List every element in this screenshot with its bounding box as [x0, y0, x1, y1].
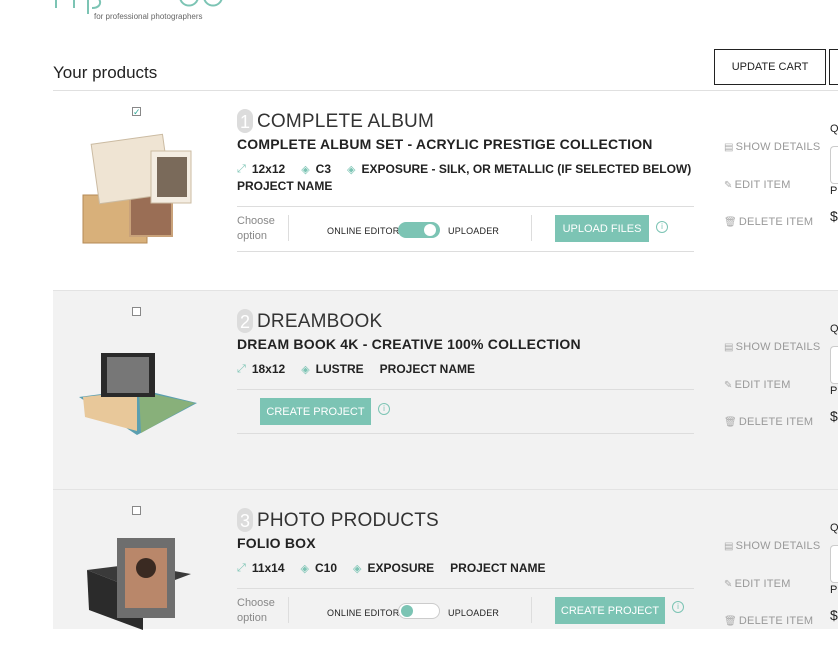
price-label: P [830, 385, 838, 397]
details-icon: ▤ [724, 540, 734, 552]
layers-icon: ◈ [300, 562, 309, 575]
dreambook-thumbnail [79, 353, 197, 435]
cart-item-3: 3 PHOTO PRODUCTS FOLIO BOX ⤢ 11x14 ◈ C10… [53, 489, 838, 630]
cart-item-2: 2 DREAMBOOK DREAM BOOK 4K - CREATIVE 100… [53, 290, 838, 489]
logo-tagline: for professional photographers [94, 12, 203, 21]
option-bar: Choose option ONLINE EDITOR UPLOADER UPL… [237, 206, 694, 252]
quantity-label: Q [830, 123, 838, 135]
edit-item-link[interactable]: ✎ EDIT ITEM [724, 379, 791, 391]
album-thumbnail [82, 133, 192, 244]
layers-icon: ◈ [301, 363, 310, 376]
update-cart-button[interactable]: UPDATE CART [714, 49, 826, 85]
edit-item-link[interactable]: ✎ EDIT ITEM [724, 179, 791, 191]
price-value: $ [830, 607, 838, 623]
spec-exposure: EXPOSURE - SILK, OR METALLIC (IF SELECTE… [361, 162, 692, 176]
item-select-checkbox[interactable] [132, 307, 141, 316]
divider [531, 597, 532, 623]
delete-item-link[interactable]: 🗑 DELETE ITEM [724, 216, 813, 228]
trash-icon: 🗑 [724, 416, 737, 428]
secondary-cart-button[interactable] [829, 49, 838, 85]
show-details-link[interactable]: ▤ SHOW DETAILS [724, 341, 820, 353]
size-icon: ⤢ [237, 362, 246, 375]
folio-box-thumbnail [87, 538, 191, 630]
uploader-label: UPLOADER [448, 226, 500, 236]
editor-uploader-toggle[interactable] [398, 603, 440, 619]
edit-icon: ✎ [724, 379, 733, 391]
product-name: DREAM BOOK 4K - CREATIVE 100% COLLECTION [237, 336, 581, 352]
online-editor-label: ONLINE EDITOR [327, 608, 400, 618]
create-project-button[interactable]: CREATE PROJECT [260, 398, 371, 425]
edit-icon: ✎ [724, 578, 733, 590]
show-details-link[interactable]: ▤ SHOW DETAILS [724, 141, 820, 153]
quantity-label: Q [830, 323, 838, 335]
project-name: PROJECT NAME [237, 179, 333, 193]
upload-files-button[interactable]: UPLOAD FILES [555, 215, 649, 242]
info-icon[interactable]: i [672, 601, 684, 613]
layers-icon: ◈ [347, 163, 356, 176]
quantity-input[interactable] [830, 146, 838, 184]
online-editor-label: ONLINE EDITOR [327, 226, 400, 236]
item-select-checkbox[interactable] [132, 506, 141, 515]
item-specs: ⤢ 12x12 ◈ C3 ◈ EXPOSURE - SILK, OR METAL… [237, 162, 691, 176]
size-icon: ⤢ [237, 162, 246, 175]
spec-size: 11x14 [251, 561, 285, 575]
page-title: Your products [53, 63, 158, 82]
details-icon: ▤ [724, 341, 734, 353]
editor-uploader-toggle[interactable] [398, 222, 440, 238]
item-number: 3 [237, 508, 253, 532]
product-name: COMPLETE ALBUM SET - ACRYLIC PRESTIGE CO… [237, 136, 653, 152]
show-details-link[interactable]: ▤ SHOW DETAILS [724, 540, 820, 552]
cart-item-1: ✓ 1 COMPLETE ALBUM COMPLETE ALBUM SET - … [53, 91, 838, 290]
divider [531, 215, 532, 241]
spec-cover: C3 [315, 162, 331, 176]
divider [288, 597, 289, 623]
details-icon: ▤ [724, 141, 734, 153]
divider [288, 215, 289, 241]
price-value: $ [830, 408, 838, 424]
edit-item-link[interactable]: ✎ EDIT ITEM [724, 578, 791, 590]
item-select-checkbox[interactable]: ✓ [132, 107, 141, 117]
project-name: PROJECT NAME [450, 561, 546, 575]
item-category: DREAMBOOK [257, 311, 383, 332]
price-label: P [830, 584, 838, 596]
item-category: PHOTO PRODUCTS [257, 510, 439, 531]
spec-size: 12x12 [251, 162, 286, 176]
quantity-input[interactable] [830, 545, 838, 583]
spec-size: 18x12 [251, 362, 286, 376]
choose-option-label: Choose option [237, 597, 275, 624]
create-project-button[interactable]: CREATE PROJECT [555, 597, 665, 624]
spec-exposure: EXPOSURE [367, 561, 435, 575]
info-icon[interactable]: i [378, 403, 390, 415]
item-specs: ⤢ 18x12 ◈ LUSTRE PROJECT NAME [237, 362, 475, 376]
trash-icon: 🗑 [724, 216, 737, 228]
quantity-label: Q [830, 522, 838, 534]
project-name: PROJECT NAME [379, 362, 475, 376]
option-bar: Choose option ONLINE EDITOR UPLOADER CRE… [237, 588, 694, 634]
product-name: FOLIO BOX [237, 535, 316, 551]
item-specs: ⤢ 11x14 ◈ C10 ◈ EXPOSURE PROJECT NAME [237, 561, 546, 575]
spec-finish: LUSTRE [315, 362, 364, 376]
option-bar: CREATE PROJECT i [237, 389, 694, 434]
layers-icon: ◈ [301, 163, 310, 176]
size-icon: ⤢ [237, 561, 246, 574]
info-icon[interactable]: i [656, 221, 668, 233]
quantity-input[interactable] [830, 346, 838, 384]
trash-icon: 🗑 [724, 615, 737, 627]
price-label: P [830, 185, 838, 197]
item-number: 1 [237, 109, 253, 133]
price-value: $ [830, 208, 838, 224]
spec-cover: C10 [315, 561, 338, 575]
item-number: 2 [237, 309, 253, 333]
item-category: COMPLETE ALBUM [257, 111, 435, 132]
uploader-label: UPLOADER [448, 608, 500, 618]
delete-item-link[interactable]: 🗑 DELETE ITEM [724, 416, 813, 428]
layers-icon: ◈ [353, 562, 362, 575]
delete-item-link[interactable]: 🗑 DELETE ITEM [724, 615, 813, 627]
edit-icon: ✎ [724, 179, 733, 191]
choose-option-label: Choose option [237, 215, 275, 242]
